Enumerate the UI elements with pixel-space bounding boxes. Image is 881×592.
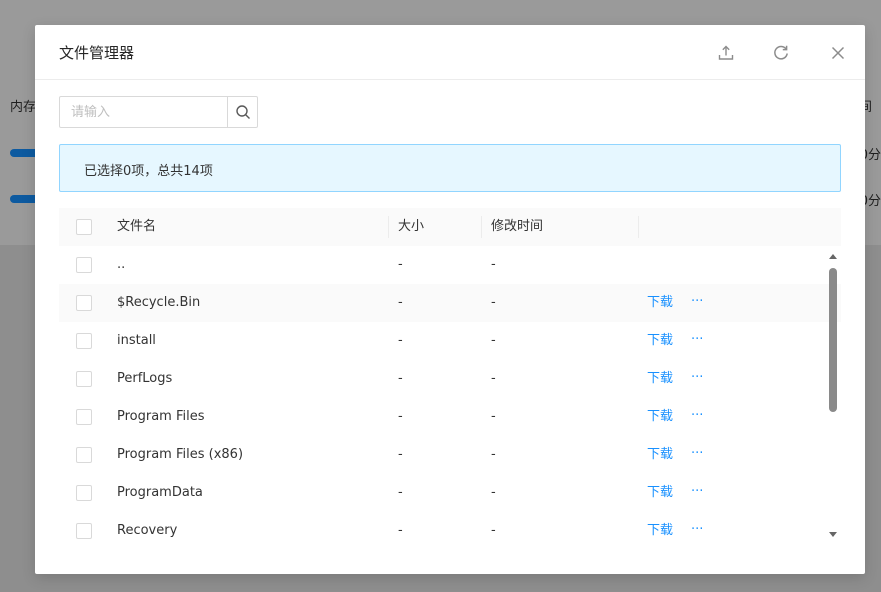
- column-header-modified[interactable]: 修改时间: [491, 208, 543, 246]
- more-actions-icon[interactable]: ···: [691, 512, 703, 548]
- download-link[interactable]: 下载: [647, 436, 673, 474]
- download-link[interactable]: 下载: [647, 474, 673, 512]
- search-input[interactable]: [60, 97, 227, 127]
- file-size: -: [398, 257, 403, 272]
- file-name[interactable]: Program Files (x86): [117, 436, 243, 474]
- selection-info-text: 已选择0项，总共14项: [84, 164, 213, 179]
- bg-column-header: 内存: [10, 100, 37, 115]
- file-size: -: [398, 295, 403, 310]
- file-modified: -: [491, 523, 496, 538]
- column-divider: [388, 216, 389, 238]
- row-checkbox[interactable]: [76, 523, 92, 539]
- row-checkbox[interactable]: [76, 409, 92, 425]
- more-actions-icon[interactable]: ···: [691, 322, 703, 358]
- selection-info-alert: 已选择0项，总共14项: [59, 144, 841, 192]
- file-name[interactable]: Program Files: [117, 398, 205, 436]
- more-actions-icon[interactable]: ···: [691, 474, 703, 510]
- table-row[interactable]: Recovery - - 下载 ···: [59, 512, 841, 550]
- row-checkbox[interactable]: [76, 447, 92, 463]
- table-row[interactable]: $Recycle.Bin - - 下载 ···: [59, 284, 841, 322]
- search-box: [59, 96, 258, 128]
- file-table: 文件名 大小 修改时间 .. - - $Recycle.Bin - - 下载 ·…: [59, 208, 841, 539]
- more-actions-icon[interactable]: ···: [691, 360, 703, 396]
- file-size: -: [398, 371, 403, 386]
- select-all-checkbox[interactable]: [76, 219, 92, 235]
- table-scrollbar[interactable]: [827, 246, 839, 550]
- table-row[interactable]: ProgramData - - 下载 ···: [59, 474, 841, 512]
- file-modified: -: [491, 447, 496, 462]
- close-icon[interactable]: [828, 43, 848, 63]
- file-name[interactable]: Recovery: [117, 512, 177, 550]
- table-row[interactable]: install - - 下载 ···: [59, 322, 841, 360]
- file-modified: -: [491, 485, 496, 500]
- scrollbar-thumb[interactable]: [829, 268, 837, 412]
- scroll-down-arrow-icon[interactable]: [829, 532, 837, 537]
- refresh-icon[interactable]: [771, 43, 791, 63]
- upload-icon[interactable]: [716, 43, 736, 63]
- dialog-title: 文件管理器: [59, 44, 135, 62]
- more-actions-icon[interactable]: ···: [691, 398, 703, 434]
- column-header-size[interactable]: 大小: [398, 208, 424, 246]
- download-link[interactable]: 下载: [647, 360, 673, 398]
- row-checkbox[interactable]: [76, 295, 92, 311]
- search-icon[interactable]: [227, 97, 257, 127]
- file-size: -: [398, 485, 403, 500]
- download-link[interactable]: 下载: [647, 284, 673, 322]
- download-link[interactable]: 下载: [647, 398, 673, 436]
- file-name[interactable]: ProgramData: [117, 474, 203, 512]
- file-modified: -: [491, 295, 496, 310]
- table-body: .. - - $Recycle.Bin - - 下载 ··· install -…: [59, 246, 841, 550]
- more-actions-icon[interactable]: ···: [691, 436, 703, 472]
- download-link[interactable]: 下载: [647, 322, 673, 360]
- download-link[interactable]: 下载: [647, 512, 673, 550]
- file-modified: -: [491, 409, 496, 424]
- dialog-header: 文件管理器: [35, 25, 865, 80]
- file-modified: -: [491, 257, 496, 272]
- file-size: -: [398, 523, 403, 538]
- file-size: -: [398, 409, 403, 424]
- column-header-name[interactable]: 文件名: [117, 208, 156, 246]
- table-header: 文件名 大小 修改时间: [59, 208, 841, 246]
- file-size: -: [398, 447, 403, 462]
- file-name[interactable]: install: [117, 322, 156, 360]
- table-row[interactable]: Program Files (x86) - - 下载 ···: [59, 436, 841, 474]
- row-checkbox[interactable]: [76, 333, 92, 349]
- scroll-up-arrow-icon[interactable]: [829, 254, 837, 259]
- file-modified: -: [491, 333, 496, 348]
- file-name[interactable]: ..: [117, 246, 125, 284]
- file-size: -: [398, 333, 403, 348]
- row-checkbox[interactable]: [76, 371, 92, 387]
- row-checkbox[interactable]: [76, 485, 92, 501]
- file-manager-dialog: 文件管理器 已选择0项，总共14项 文件: [35, 25, 865, 574]
- column-divider: [638, 216, 639, 238]
- file-name[interactable]: $Recycle.Bin: [117, 284, 200, 322]
- table-row[interactable]: PerfLogs - - 下载 ···: [59, 360, 841, 398]
- row-checkbox[interactable]: [76, 257, 92, 273]
- more-actions-icon[interactable]: ···: [691, 284, 703, 320]
- file-name[interactable]: PerfLogs: [117, 360, 172, 398]
- table-row[interactable]: Program Files - - 下载 ···: [59, 398, 841, 436]
- file-modified: -: [491, 371, 496, 386]
- column-divider: [481, 216, 482, 238]
- table-row[interactable]: .. - -: [59, 246, 841, 284]
